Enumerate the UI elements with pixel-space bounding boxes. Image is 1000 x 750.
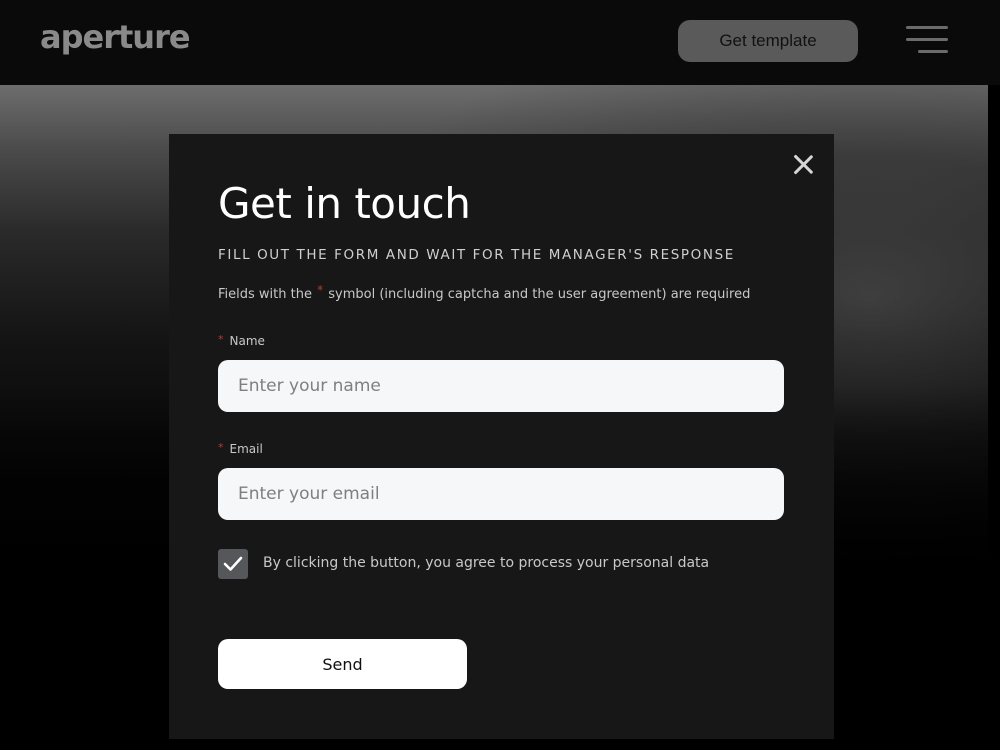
modal-subtitle: FILL OUT THE FORM AND WAIT FOR THE MANAG… bbox=[218, 247, 735, 263]
modal-title: Get in touch bbox=[218, 179, 471, 228]
name-input[interactable] bbox=[218, 360, 784, 412]
email-label-text: Email bbox=[229, 442, 263, 456]
email-label: * Email bbox=[218, 441, 263, 456]
agreement-text: By clicking the button, you agree to pro… bbox=[263, 555, 710, 571]
checkmark-icon bbox=[223, 556, 243, 571]
required-note-suffix: symbol (including captcha and the user a… bbox=[328, 287, 751, 302]
required-asterisk: * bbox=[317, 283, 324, 297]
hamburger-menu-icon[interactable] bbox=[906, 26, 948, 56]
email-input[interactable] bbox=[218, 468, 784, 520]
send-button[interactable]: Send bbox=[218, 639, 467, 689]
name-label-text: Name bbox=[229, 334, 265, 348]
contact-modal: Get in touch FILL OUT THE FORM AND WAIT … bbox=[169, 134, 834, 739]
required-asterisk: * bbox=[218, 441, 224, 454]
name-label: * Name bbox=[218, 333, 265, 348]
required-note-prefix: Fields with the bbox=[218, 287, 312, 302]
page-scrollbar-track bbox=[988, 85, 1000, 750]
agreement-checkbox[interactable] bbox=[218, 549, 248, 579]
required-asterisk: * bbox=[218, 333, 224, 346]
get-template-button[interactable]: Get template bbox=[678, 20, 858, 62]
logo[interactable]: aperture bbox=[40, 18, 191, 56]
header: aperture Get template bbox=[0, 0, 1000, 85]
required-fields-note: Fields with the * symbol (including capt… bbox=[218, 283, 751, 302]
close-icon[interactable] bbox=[790, 151, 816, 177]
